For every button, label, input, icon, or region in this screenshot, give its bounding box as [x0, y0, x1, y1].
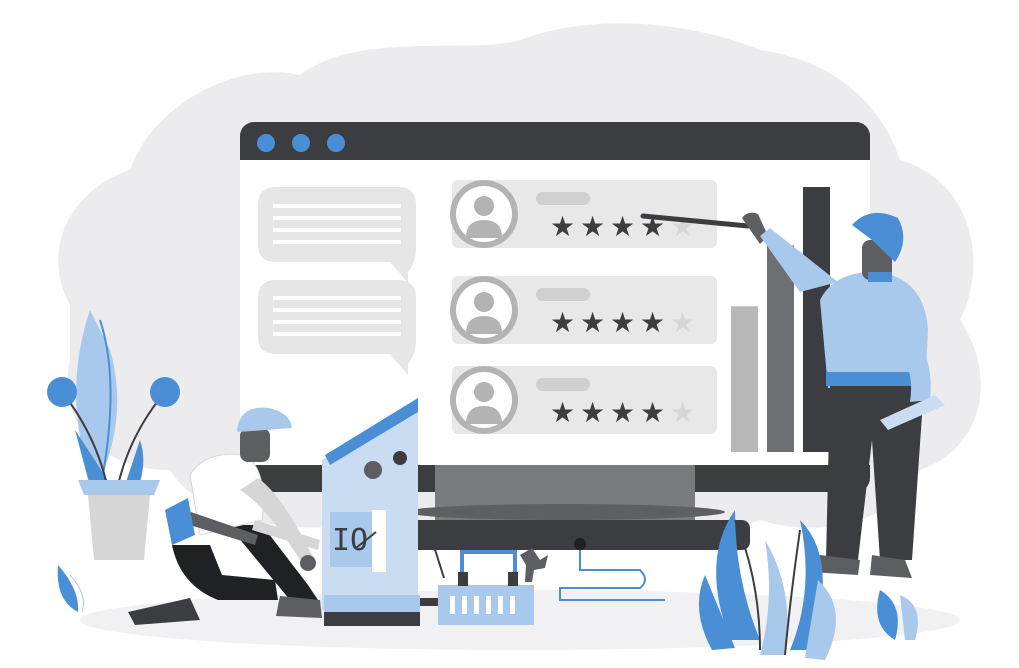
monitor-stand-base	[420, 598, 438, 606]
star-icon: ★	[550, 306, 575, 339]
star-icon: ★	[550, 396, 575, 429]
user-avatar-icon	[450, 276, 518, 344]
star-icon: ★	[670, 306, 695, 339]
star-icon: ★	[580, 396, 605, 429]
illustration-scene: ★ ★ ★ ★ ★★ ★ ★ ★ ★★ ★ ★ ★ ★ IO	[47, 23, 981, 660]
star-icon: ★	[640, 396, 665, 429]
chart-bar	[731, 306, 758, 452]
star-icon: ★	[580, 306, 605, 339]
name-placeholder	[536, 378, 590, 391]
window-controls	[257, 134, 345, 152]
window-dot-3[interactable]	[327, 134, 345, 152]
name-placeholder	[536, 192, 590, 205]
star-icon: ★	[670, 210, 695, 243]
star-icon: ★	[610, 210, 635, 243]
window-dot-2[interactable]	[292, 134, 310, 152]
star-icon: ★	[610, 306, 635, 339]
review-card[interactable]: ★ ★ ★ ★ ★	[450, 276, 717, 344]
window-dot-1[interactable]	[257, 134, 275, 152]
star-icon: ★	[610, 396, 635, 429]
review-card[interactable]: ★ ★ ★ ★ ★	[450, 366, 717, 434]
star-icon: ★	[580, 210, 605, 243]
toolbox-icon	[431, 539, 534, 625]
review-card[interactable]: ★ ★ ★ ★ ★	[450, 180, 717, 248]
star-icon: ★	[670, 396, 695, 429]
name-placeholder	[536, 288, 590, 301]
user-avatar-icon	[450, 180, 518, 248]
star-icon: ★	[640, 306, 665, 339]
user-avatar-icon	[450, 366, 518, 434]
svg-text:IO: IO	[332, 523, 368, 558]
star-icon: ★	[550, 210, 575, 243]
wrench-icon	[520, 548, 548, 582]
